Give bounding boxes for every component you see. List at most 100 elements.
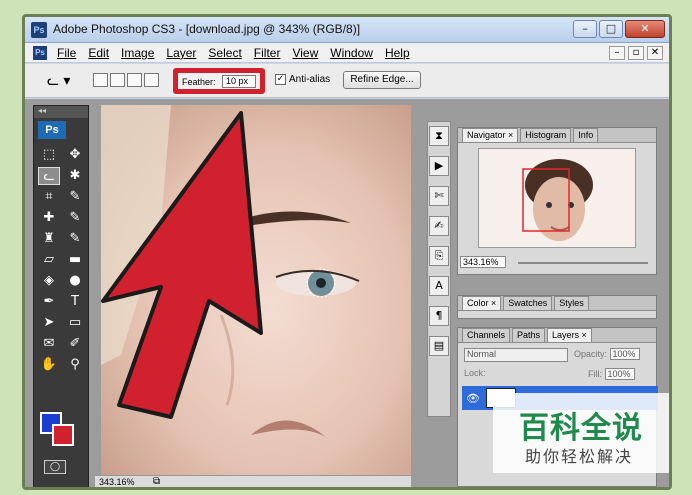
menu-help[interactable]: Help — [385, 46, 410, 60]
photoshop-window: Ps Adobe Photoshop CS3 - [download.jpg @… — [22, 14, 672, 490]
path-select-icon[interactable]: ➤ — [38, 314, 60, 332]
tab-layers[interactable]: Layers × — [547, 328, 592, 342]
eye-icon[interactable]: 👁 — [466, 392, 480, 405]
antialias-label: Anti-alias — [289, 74, 331, 85]
collapsed-panel-strip: ⧗ ▶ ✄ ✍ ⎘ A ¶ ▤ — [427, 121, 451, 417]
layer-comps-icon[interactable]: ▤ — [429, 336, 449, 356]
menu-file[interactable]: File — [57, 46, 76, 60]
photo-face — [101, 105, 411, 475]
actions-panel-icon[interactable]: ▶ — [429, 156, 449, 176]
title-bar: Ps Adobe Photoshop CS3 - [download.jpg @… — [25, 17, 669, 43]
maximize-button[interactable]: □ — [599, 20, 623, 38]
tab-paths[interactable]: Paths — [512, 328, 546, 342]
intersect-selection-button[interactable] — [144, 73, 159, 87]
eraser-icon[interactable]: ▱ — [38, 251, 60, 269]
menu-bar: Ps File Edit Image Layer Select Filter V… — [25, 43, 669, 63]
clone-source-icon[interactable]: ⎘ — [429, 246, 449, 266]
paragraph-panel-icon[interactable]: ¶ — [429, 306, 449, 326]
selection-mode-group — [93, 73, 159, 87]
stamp-icon[interactable]: ♜ — [38, 230, 60, 248]
menu-filter[interactable]: Filter — [254, 46, 281, 60]
options-bar: ᓚ ▾ Feather: 10 px ✓ Anti-alias Refine E… — [25, 64, 669, 98]
status-menu-icon[interactable]: ⧉ — [153, 476, 160, 487]
tool-grid: ⬚ ✥ ᓚ ✱ ⌗ ✎ ✚ ✎ ♜ ✎ ▱ ▬ ◈ ● ✒ T ➤ ▭ ✉ ✐ ✋ ⚲ — [34, 142, 88, 374]
marquee-icon[interactable]: ⬚ — [38, 146, 60, 164]
window-title: Adobe Photoshop CS3 - [download.jpg @ 34… — [53, 22, 361, 36]
close-button[interactable]: ✕ — [625, 20, 665, 38]
antialias-checkbox[interactable]: ✓ — [275, 74, 286, 85]
navigator-thumbnail[interactable] — [478, 148, 636, 248]
tab-channels[interactable]: Channels — [462, 328, 511, 342]
document-canvas[interactable] — [101, 105, 411, 475]
feather-input[interactable]: 10 px — [222, 75, 256, 88]
opacity-label: Opacity: — [574, 349, 608, 359]
fill-input[interactable]: 100% — [604, 368, 635, 380]
opacity-control: Opacity: 100% — [574, 348, 640, 360]
doc-minimize-button[interactable]: – — [609, 46, 625, 60]
ps-app-icon: Ps — [31, 22, 47, 38]
tab-styles[interactable]: Styles — [554, 296, 589, 310]
opacity-input[interactable]: 100% — [609, 348, 640, 360]
refine-edge-button[interactable]: Refine Edge... — [343, 71, 421, 89]
minimize-button[interactable]: – — [573, 20, 597, 38]
add-selection-button[interactable] — [110, 73, 125, 87]
history-brush-icon[interactable]: ✎ — [64, 230, 86, 248]
tab-info[interactable]: Info — [573, 128, 599, 142]
lasso-preset-icon[interactable]: ᓚ ▾ — [47, 73, 70, 89]
notes-icon[interactable]: ✉ — [38, 335, 60, 353]
brushes-panel-icon[interactable]: ✍ — [429, 216, 449, 236]
navigator-zoom-slider[interactable] — [518, 262, 648, 264]
tab-histogram[interactable]: Histogram — [520, 128, 572, 142]
ps-menu-icon[interactable]: Ps — [33, 46, 47, 60]
toolbox-ps-logo[interactable]: Ps — [38, 121, 66, 139]
tab-navigator[interactable]: Navigator × — [462, 128, 519, 142]
move-icon[interactable]: ✥ — [64, 146, 86, 164]
tab-color[interactable]: Color × — [462, 296, 502, 310]
new-selection-button[interactable] — [93, 73, 108, 87]
watermark: 百科全说 助你轻松解决 — [493, 393, 669, 473]
background-color[interactable] — [52, 424, 74, 446]
zoom-icon[interactable]: ⚲ — [64, 356, 86, 374]
toolbox: ◂◂ Ps ⬚ ✥ ᓚ ✱ ⌗ ✎ ✚ ✎ ♜ ✎ ▱ ▬ ◈ ● ✒ T ➤ ▭ ✉ ✐ ✋ ⚲ ◯ — [33, 105, 89, 487]
quick-mask-button[interactable]: ◯ — [44, 460, 66, 474]
brush-icon[interactable]: ✎ — [64, 209, 86, 227]
lasso-icon[interactable]: ᓚ — [38, 167, 60, 185]
subtract-selection-button[interactable] — [127, 73, 142, 87]
eyedropper-icon[interactable]: ✐ — [64, 335, 86, 353]
gradient-icon[interactable]: ▬ — [64, 251, 86, 269]
shape-icon[interactable]: ▭ — [64, 314, 86, 332]
tool-presets-icon[interactable]: ✄ — [429, 186, 449, 206]
feather-highlight-box: Feather: 10 px — [173, 68, 265, 94]
menu-select[interactable]: Select — [208, 46, 241, 60]
menu-image[interactable]: Image — [121, 46, 154, 60]
color-panel: Color × Swatches Styles — [457, 295, 657, 319]
navigator-zoom-field[interactable]: 343.16% — [460, 256, 506, 268]
hand-icon[interactable]: ✋ — [38, 356, 60, 374]
menu-window[interactable]: Window — [330, 46, 373, 60]
navigator-face-preview — [522, 159, 593, 241]
antialias-option[interactable]: ✓ Anti-alias — [275, 74, 330, 85]
character-panel-icon[interactable]: A — [429, 276, 449, 296]
magic-wand-icon[interactable]: ✱ — [64, 167, 86, 185]
menu-edit[interactable]: Edit — [88, 46, 109, 60]
watermark-main: 百科全说 — [519, 411, 643, 446]
dodge-icon[interactable]: ● — [64, 272, 86, 290]
toolbox-header[interactable]: ◂◂ — [34, 106, 88, 118]
lock-label: Lock: — [464, 368, 486, 378]
type-icon[interactable]: T — [64, 293, 86, 311]
pen-icon[interactable]: ✒ — [38, 293, 60, 311]
menu-layer[interactable]: Layer — [166, 46, 196, 60]
crop-icon[interactable]: ⌗ — [38, 188, 60, 206]
blend-mode-select[interactable]: Normal — [464, 348, 568, 362]
history-panel-icon[interactable]: ⧗ — [429, 126, 449, 146]
canvas-zoom-level[interactable]: 343.16% — [99, 477, 135, 487]
status-bar: 343.16% ⧉ — [95, 475, 411, 487]
doc-restore-button[interactable]: ▫ — [628, 46, 644, 60]
healing-icon[interactable]: ✚ — [38, 209, 60, 227]
blur-icon[interactable]: ◈ — [38, 272, 60, 290]
navigator-panel: Navigator × Histogram Info 343.16% — [457, 127, 657, 275]
tab-swatches[interactable]: Swatches — [503, 296, 553, 310]
slice-icon[interactable]: ✎ — [64, 188, 86, 206]
menu-view[interactable]: View — [292, 46, 318, 60]
doc-close-button[interactable]: ✕ — [647, 46, 663, 60]
